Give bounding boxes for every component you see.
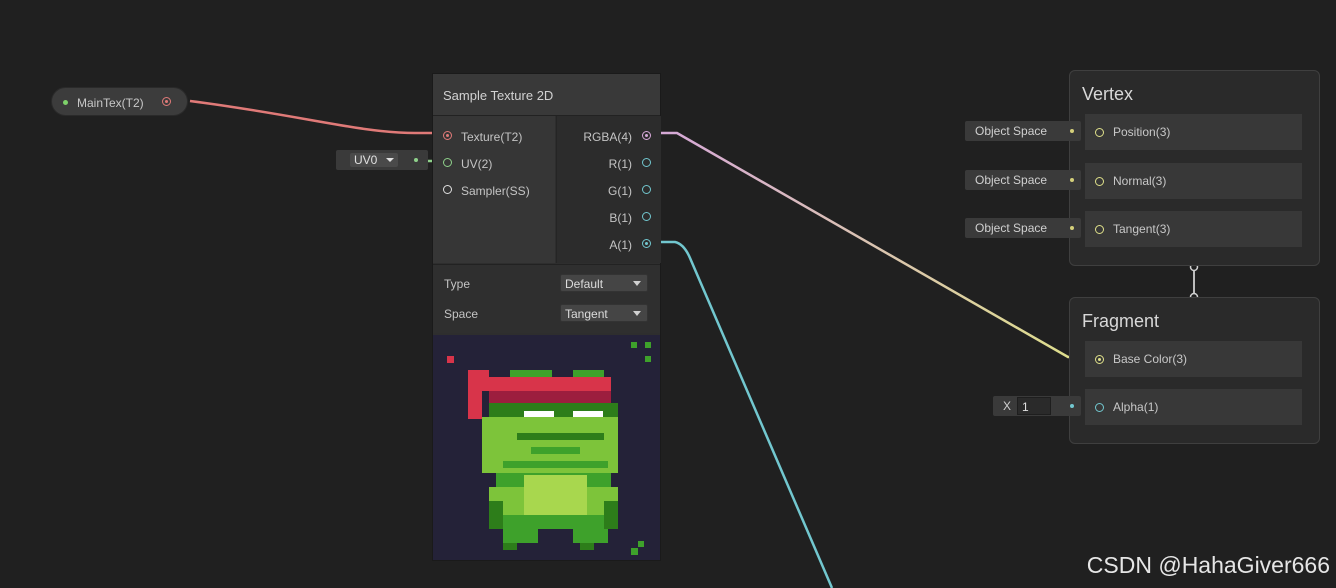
type-dropdown[interactable]: Default <box>560 274 648 292</box>
node-title: Sample Texture 2D <box>443 88 554 103</box>
alpha-value-field[interactable]: X 1 <box>993 396 1081 416</box>
base-color-slot[interactable]: Base Color(3) <box>1085 341 1302 377</box>
base-color-label: Base Color(3) <box>1113 352 1188 366</box>
position-slot[interactable]: Position(3) <box>1085 114 1302 150</box>
r-output-label: R(1) <box>608 157 632 171</box>
uv-field-port-icon <box>414 158 418 162</box>
alpha-label: Alpha(1) <box>1113 400 1159 414</box>
uv-input-port[interactable] <box>443 158 452 167</box>
output-slots: RGBA(4) R(1) G(1) B(1) A(1) <box>556 116 661 263</box>
position-label: Position(3) <box>1113 125 1171 139</box>
vertex-title: Vertex <box>1082 84 1134 104</box>
texture-wire <box>189 99 445 135</box>
position-input-port[interactable] <box>1095 128 1104 137</box>
rgba-output-port[interactable] <box>642 131 651 140</box>
b-output-port[interactable] <box>642 212 651 221</box>
a-output-port[interactable] <box>642 239 651 248</box>
space-dropdown[interactable]: Tangent <box>560 304 648 322</box>
fragment-context-node[interactable]: Fragment Base Color(3) Alpha(1) <box>1069 297 1320 444</box>
alpha-value: 1 <box>1022 400 1029 414</box>
tangent-space-field[interactable]: Object Space <box>965 218 1081 238</box>
texture-input-label: Texture(T2) <box>461 130 523 144</box>
fragment-title: Fragment <box>1082 311 1160 331</box>
maintex-property-node[interactable]: MainTex(T2) <box>51 87 188 116</box>
uv-channel-dropdown[interactable]: UV0 <box>350 153 398 167</box>
uv-channel-value: UV0 <box>354 153 378 167</box>
normal-space-field[interactable]: Object Space <box>965 170 1081 190</box>
uv-input-label: UV(2) <box>461 157 493 171</box>
tangent-label: Tangent(3) <box>1113 222 1171 236</box>
type-label: Type <box>444 277 471 291</box>
chevron-down-icon <box>633 281 641 286</box>
sampler-input-label: Sampler(SS) <box>461 184 530 198</box>
rgba-output-label: RGBA(4) <box>583 130 632 144</box>
node-title-bar[interactable]: Sample Texture 2D <box>433 74 660 116</box>
alpha-input-port[interactable] <box>1095 403 1104 412</box>
alpha-wire <box>648 240 834 588</box>
tangent-input-port[interactable] <box>1095 225 1104 234</box>
sampler-input-port[interactable] <box>443 185 452 194</box>
texture-preview <box>433 335 660 560</box>
a-output-label: A(1) <box>609 238 632 252</box>
exposed-indicator-icon <box>63 100 68 105</box>
maintex-output-port[interactable] <box>162 97 171 106</box>
vertex-context-node[interactable]: Vertex Position(3) Normal(3) Tangent(3) <box>1069 70 1320 266</box>
uv-channel-field[interactable]: UV0 <box>336 150 428 170</box>
sample-texture-2d-node[interactable]: Sample Texture 2D Texture(T2) UV(2) Samp… <box>432 73 661 561</box>
chevron-down-icon <box>633 311 641 316</box>
tangent-space-label: Object Space <box>975 221 1048 235</box>
normal-input-port[interactable] <box>1095 177 1104 186</box>
alpha-slot[interactable]: Alpha(1) <box>1085 389 1302 425</box>
frog-sprite-image <box>447 342 651 555</box>
alpha-field-axis-label: X <box>1003 399 1012 413</box>
normal-label: Normal(3) <box>1113 174 1167 188</box>
position-space-label: Object Space <box>975 124 1048 138</box>
space-label: Space <box>444 307 479 321</box>
alpha-value-input[interactable]: 1 <box>1017 397 1051 415</box>
input-slots: Texture(T2) UV(2) Sampler(SS) <box>433 116 555 263</box>
node-settings: Type Default Space Tangent <box>433 264 660 333</box>
port-dot-icon <box>1070 404 1074 408</box>
space-value: Tangent <box>565 307 608 321</box>
position-space-field[interactable]: Object Space <box>965 121 1081 141</box>
port-dot-icon <box>1070 226 1074 230</box>
r-output-port[interactable] <box>642 158 651 167</box>
watermark: CSDN @HahaGiver666 <box>1086 552 1330 578</box>
type-value: Default <box>565 277 604 291</box>
b-output-label: B(1) <box>609 211 632 225</box>
g-output-label: G(1) <box>608 184 632 198</box>
texture-input-port[interactable] <box>443 131 452 140</box>
g-output-port[interactable] <box>642 185 651 194</box>
port-dot-icon <box>1070 178 1074 182</box>
rgba-wire <box>648 131 1099 359</box>
base-color-input-port[interactable] <box>1095 355 1104 364</box>
port-dot-icon <box>1070 129 1074 133</box>
chevron-down-icon <box>386 158 394 162</box>
tangent-slot[interactable]: Tangent(3) <box>1085 211 1302 247</box>
property-label: MainTex(T2) <box>77 96 144 110</box>
normal-slot[interactable]: Normal(3) <box>1085 163 1302 199</box>
normal-space-label: Object Space <box>975 173 1048 187</box>
